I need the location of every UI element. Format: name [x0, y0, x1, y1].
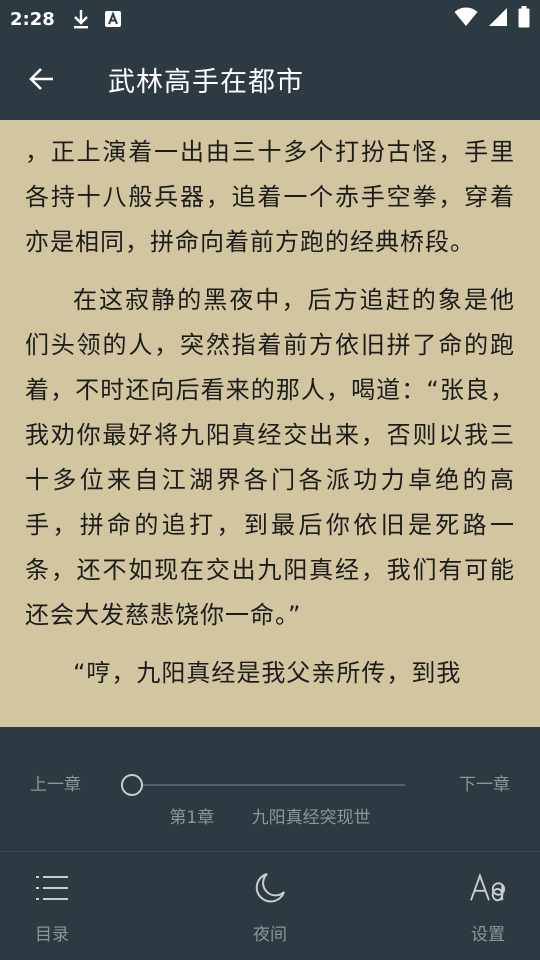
tab-label: 夜间: [253, 925, 287, 945]
book-title: 武林高手在都市: [108, 66, 304, 98]
back-arrow-icon: [29, 68, 53, 90]
back-button[interactable]: [0, 38, 84, 120]
next-chapter-button[interactable]: 下一章: [459, 767, 510, 803]
menu-list-icon: [34, 870, 70, 906]
chapter-title: 九阳真经突现世: [251, 808, 371, 828]
app-notification-icon: [101, 7, 125, 31]
chapter-info: 第1章 九阳真经突现世: [0, 807, 540, 829]
app-bar: 武林高手在都市: [0, 38, 540, 120]
reader-control-panel: 上一章 下一章 第1章 九阳真经突现世 目录 夜间 设置: [0, 727, 540, 960]
tab-label: 目录: [35, 925, 69, 945]
wifi-icon: [454, 7, 478, 31]
tab-settings[interactable]: 设置: [450, 852, 526, 960]
cellular-signal-icon: [488, 7, 508, 31]
status-right-icons: [454, 6, 530, 32]
status-time: 2:28: [10, 8, 55, 30]
tab-label: 设置: [471, 925, 505, 945]
bottom-tabs: 目录 夜间 设置: [0, 852, 540, 960]
paragraph: ，正上演着一出由三十多个打扮古怪，手里各持十八般兵器，追着一个赤手空拳，穿着亦是…: [25, 138, 515, 256]
font-settings-icon: [470, 870, 506, 906]
chapter-progress-row: 上一章 下一章: [0, 767, 540, 803]
tab-night-mode[interactable]: 夜间: [232, 852, 308, 960]
chapter-progress-track[interactable]: [132, 784, 405, 786]
battery-icon: [518, 6, 530, 32]
tab-catalog[interactable]: 目录: [14, 852, 90, 960]
paragraph: “哼，九阳真经是我父亲所传，到我: [73, 659, 462, 687]
prev-chapter-button[interactable]: 上一章: [30, 767, 81, 803]
paragraph: 在这寂静的黑夜中，后方追赶的象是他们头领的人，突然指着前方依旧拼了命的跑着，不时…: [25, 286, 515, 629]
status-bar: 2:28: [0, 0, 540, 38]
chapter-body: ，正上演着一出由三十多个打扮古怪，手里各持十八般兵器，追着一个赤手空拳，穿着亦是…: [0, 130, 540, 696]
chapter-progress-thumb[interactable]: [121, 774, 143, 796]
moon-icon: [252, 870, 288, 906]
download-icon: [69, 7, 93, 31]
chapter-number: 第1章: [169, 808, 215, 828]
